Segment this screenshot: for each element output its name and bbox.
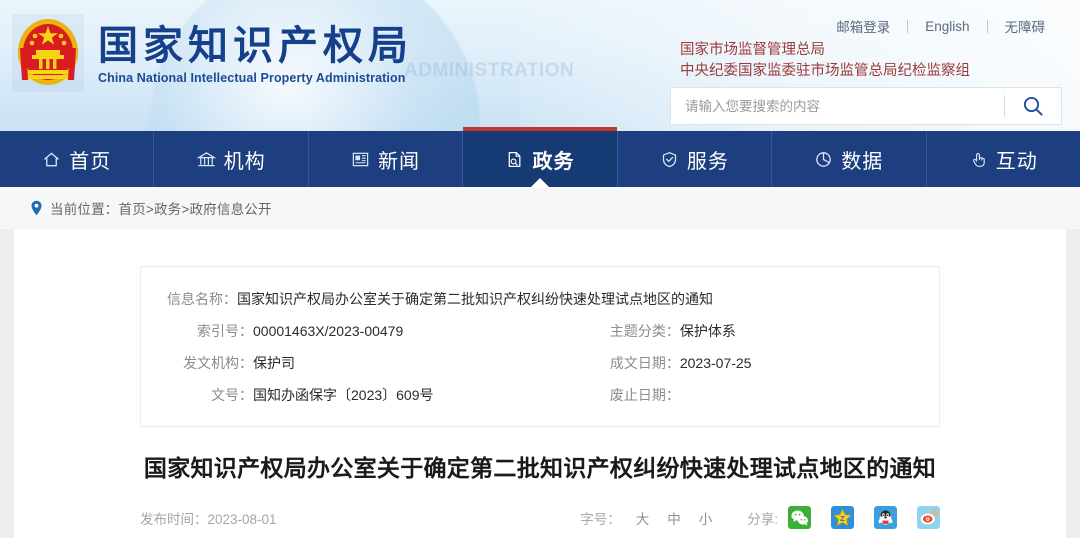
info-colon: ： — [665, 387, 680, 403]
info-cell-docnumber: 文号 ： 国知办函保字〔2023〕609号 — [141, 385, 610, 405]
article-meta-bar: 发布时间：2023-08-01 字号： 大 中 小 分享: Z — [140, 506, 940, 530]
nav-label-news: 新闻 — [378, 150, 421, 173]
share-label: 分享: — [747, 511, 778, 527]
info-value-index: 00001463X/2023-00479 — [253, 323, 404, 339]
fontsize-label: 字号： — [580, 511, 621, 527]
fontsize-small-button[interactable]: 小 — [690, 508, 722, 528]
nav-item-service[interactable]: 服务 — [618, 131, 773, 187]
bank-icon — [196, 150, 216, 169]
info-colon: ： — [665, 355, 680, 371]
header-watermark-text: ADMINISTRATION — [404, 60, 575, 81]
svg-text:Z: Z — [840, 514, 845, 523]
affiliated-agencies: 国家市场监督管理总局 中央纪委国家监委驻市场监管总局纪检监察组 — [680, 40, 970, 81]
info-colon: ： — [239, 355, 253, 371]
info-value-docnumber: 国知办函保字〔2023〕609号 — [253, 387, 434, 403]
publish-time: 发布时间：2023-08-01 — [140, 511, 277, 527]
info-cell-name: 信息名称 ： 国家知识产权局办公室关于确定第二批知识产权纠纷快速处理试点地区的通… — [141, 289, 939, 309]
page-title: 国家知识产权局办公室关于确定第二批知识产权纠纷快速处理试点地区的通知 — [143, 455, 937, 481]
info-label-category: 主题分类 — [609, 323, 666, 339]
wechat-icon[interactable] — [788, 506, 811, 530]
info-colon: ： — [239, 323, 253, 339]
brand-name-cn: 国家知识产权局 — [98, 22, 413, 69]
share-icon-group: Z — [788, 506, 940, 530]
info-cell-index: 索引号 ： 00001463X/2023-00479 — [141, 321, 610, 341]
info-colon: ： — [239, 387, 253, 403]
page-root: ADMINISTRATION 国家知识产权局 China National In… — [0, 0, 1080, 538]
document-search-icon — [505, 150, 524, 169]
meta-actions: 字号： 大 中 小 分享: Z — [580, 506, 940, 530]
nav-item-home[interactable]: 首页 — [0, 131, 155, 187]
favorite-star-icon[interactable]: Z — [831, 506, 854, 530]
search-icon — [1023, 96, 1043, 116]
breadcrumb-text[interactable]: 当前位置：首页>政务>政府信息公开 — [50, 198, 272, 218]
document-info-table: 信息名称 ： 国家知识产权局办公室关于确定第二批知识产权纠纷快速处理试点地区的通… — [140, 266, 940, 427]
fontsize-medium-button[interactable]: 中 — [658, 508, 690, 528]
hand-pointer-icon — [969, 150, 988, 169]
brand-text-block: 国家知识产权局 China National Intellectual Prop… — [98, 21, 413, 85]
info-value-issuer: 保护司 — [253, 355, 295, 371]
nav-label-government-affairs: 政务 — [532, 150, 575, 173]
table-row: 信息名称 ： 国家知识产权局办公室关于确定第二批知识产权纠纷快速处理试点地区的通… — [141, 283, 939, 315]
info-value-name: 国家知识产权局办公室关于确定第二批知识产权纠纷快速处理试点地区的通知 — [237, 291, 713, 307]
weibo-icon[interactable] — [917, 506, 940, 530]
english-link[interactable]: English — [908, 19, 986, 34]
top-utility-links: 邮箱登录 English 无障碍 — [819, 16, 1062, 36]
nav-label-interaction: 互动 — [995, 150, 1038, 173]
site-search[interactable] — [670, 87, 1062, 125]
pie-chart-icon — [814, 150, 833, 169]
info-cell-repeal-date: 废止日期 ： — [610, 385, 939, 405]
info-cell-category: 主题分类 ： 保护体系 — [610, 321, 939, 341]
shield-check-icon — [660, 150, 679, 169]
nav-label-institution: 机构 — [223, 150, 266, 173]
nav-label-data: 数据 — [841, 150, 884, 173]
info-label-repeal-date: 废止日期 — [609, 387, 666, 403]
content-card: 信息名称 ： 国家知识产权局办公室关于确定第二批知识产权纠纷快速处理试点地区的通… — [14, 229, 1066, 538]
search-input[interactable] — [671, 88, 1004, 124]
site-brand[interactable]: 国家知识产权局 China National Intellectual Prop… — [12, 14, 413, 92]
agency-name-2[interactable]: 中央纪委国家监委驻市场监管总局纪检监察组 — [680, 61, 970, 82]
info-label-index: 索引号 — [197, 323, 239, 339]
nav-label-service: 服务 — [686, 150, 729, 173]
info-label-name: 信息名称 — [167, 291, 223, 307]
info-colon: ： — [223, 291, 237, 307]
email-login-link[interactable]: 邮箱登录 — [819, 16, 907, 36]
nav-item-news[interactable]: 新闻 — [309, 131, 464, 187]
info-label-issuer: 发文机构 — [183, 355, 239, 371]
main-navigation: 首页 机构 新闻 政务 服务 数据 互动 — [0, 127, 1080, 187]
search-button[interactable] — [1005, 88, 1061, 124]
table-row: 索引号 ： 00001463X/2023-00479 主题分类 ： 保护体系 — [141, 315, 939, 347]
breadcrumb-bar: 当前位置：首页>政务>政府信息公开 — [0, 187, 1080, 229]
info-value-issue-date: 2023-07-25 — [679, 355, 752, 371]
info-label-issue-date: 成文日期 — [609, 355, 666, 371]
nav-item-institution[interactable]: 机构 — [154, 131, 309, 187]
nav-item-data[interactable]: 数据 — [772, 131, 927, 187]
nav-label-home: 首页 — [69, 150, 112, 173]
location-pin-icon — [30, 200, 43, 216]
table-row: 文号 ： 国知办函保字〔2023〕609号 废止日期 ： — [141, 379, 939, 411]
newspaper-icon — [351, 150, 370, 169]
info-label-docnumber: 文号 — [211, 387, 239, 403]
brand-name-en: China National Intellectual Property Adm… — [98, 71, 406, 86]
nav-item-interaction[interactable]: 互动 — [927, 131, 1080, 187]
qq-icon[interactable] — [874, 506, 897, 530]
info-cell-issuer: 发文机构 ： 保护司 — [141, 353, 610, 373]
fontsize-large-button[interactable]: 大 — [627, 508, 659, 528]
info-colon: ： — [665, 323, 680, 339]
agency-name-1[interactable]: 国家市场监督管理总局 — [680, 40, 970, 61]
table-row: 发文机构 ： 保护司 成文日期 ： 2023-07-25 — [141, 347, 939, 379]
home-icon — [42, 150, 61, 169]
accessibility-link[interactable]: 无障碍 — [988, 16, 1063, 36]
nav-item-government-affairs[interactable]: 政务 — [463, 127, 618, 187]
site-header: ADMINISTRATION 国家知识产权局 China National In… — [0, 0, 1080, 131]
info-cell-issue-date: 成文日期 ： 2023-07-25 — [610, 353, 939, 373]
national-emblem-icon — [12, 14, 84, 92]
info-value-category: 保护体系 — [679, 323, 736, 339]
